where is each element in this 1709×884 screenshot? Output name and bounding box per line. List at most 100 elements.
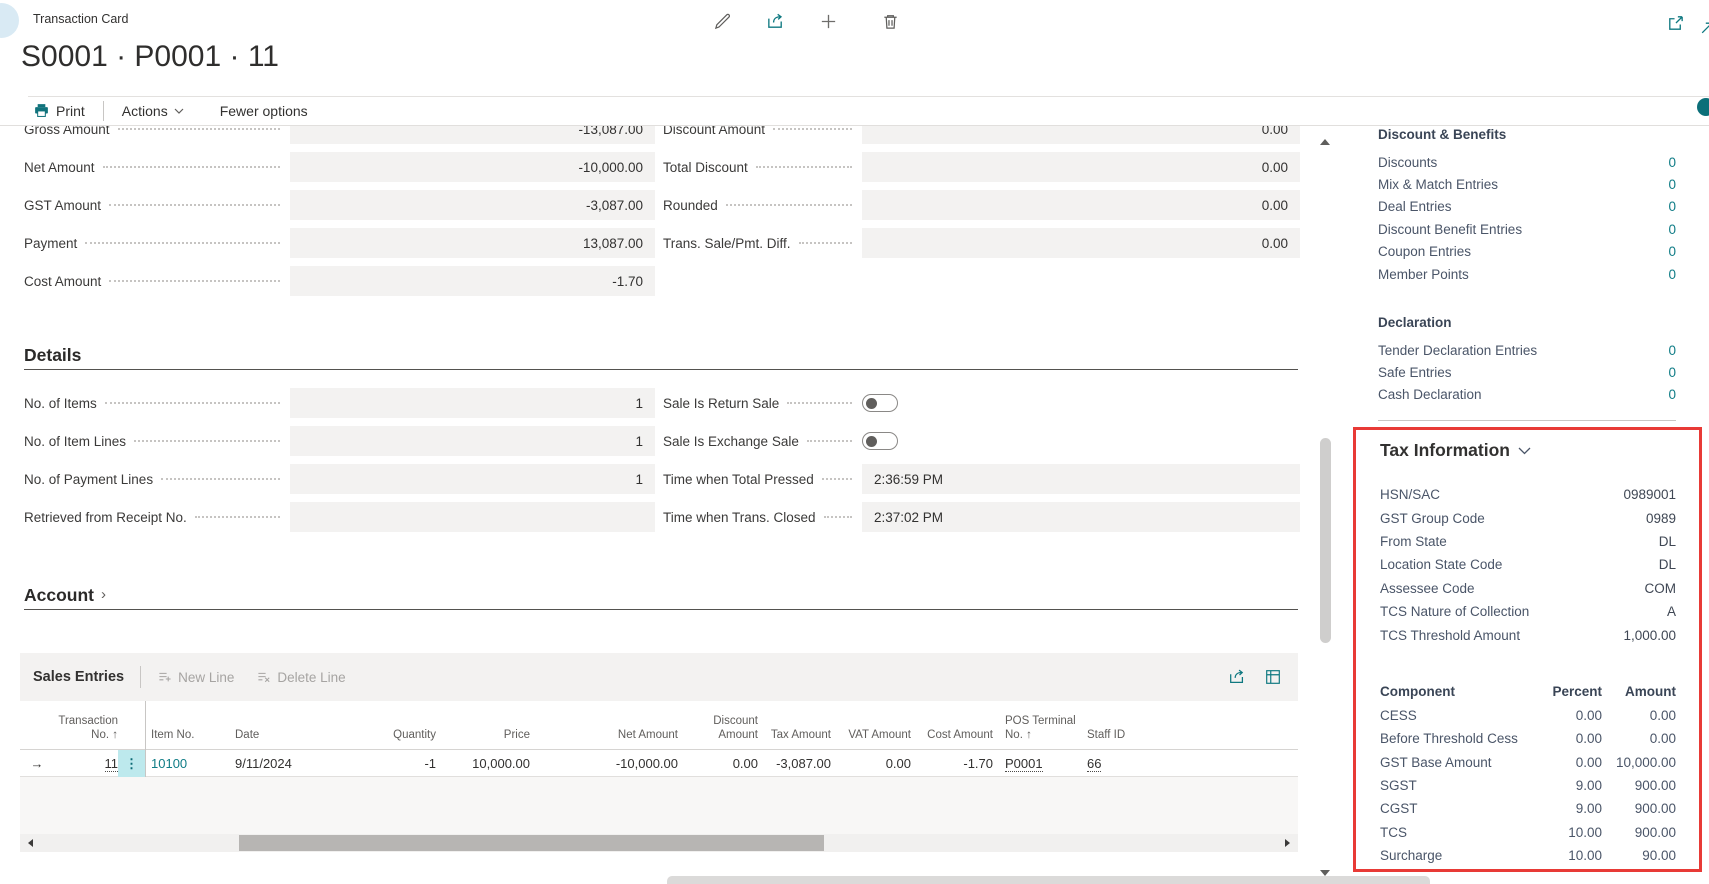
component-name: GST Base Amount xyxy=(1380,755,1542,770)
cell-tax-amount[interactable]: -3,087.00 xyxy=(758,756,831,771)
cell-price[interactable]: 10,000.00 xyxy=(436,756,530,771)
time-trans-closed-field[interactable]: 2:37:02 PM xyxy=(862,502,1300,532)
retrieved-from-receipt-field[interactable] xyxy=(290,502,655,532)
current-row-arrow-icon: → xyxy=(20,756,54,771)
action-bar: Print Actions Fewer options xyxy=(0,96,1709,125)
share-icon[interactable] xyxy=(1228,668,1246,686)
horizontal-scrollbar-thumb[interactable] xyxy=(239,835,824,851)
item-value-link[interactable]: 0 xyxy=(1668,365,1676,380)
item-label: Assessee Code xyxy=(1380,581,1475,596)
account-section-title[interactable]: Account› xyxy=(24,585,106,606)
col-price[interactable]: Price xyxy=(436,728,530,742)
cell-cost-amount[interactable]: -1.70 xyxy=(911,756,993,771)
list-item: From StateDL xyxy=(1380,530,1676,553)
declaration-section: Declaration Tender Declaration Entries0 … xyxy=(1378,315,1676,406)
payment-field[interactable]: 13,087.00 xyxy=(290,228,655,258)
item-value-link[interactable]: 0 xyxy=(1668,244,1676,259)
gross-amount-field[interactable]: -13,087.00 xyxy=(290,126,655,144)
cell-item-no[interactable]: 10100 xyxy=(145,756,235,771)
open-in-new-window-icon[interactable] xyxy=(1666,14,1685,33)
item-value-link[interactable]: 0 xyxy=(1668,222,1676,237)
scroll-up-icon[interactable] xyxy=(1320,139,1330,145)
share-icon[interactable] xyxy=(766,12,785,31)
item-label: TCS Nature of Collection xyxy=(1380,604,1529,619)
component-name: TCS xyxy=(1380,825,1542,840)
list-item: GST Group Code0989 xyxy=(1380,506,1676,529)
field-label: Gross Amount xyxy=(24,126,110,137)
dotted-leader xyxy=(105,402,280,404)
scroll-left-icon[interactable] xyxy=(28,839,33,847)
no-of-items-field[interactable]: 1 xyxy=(290,388,655,418)
net-amount-field[interactable]: -10,000.00 xyxy=(290,152,655,182)
col-pos-terminal-no[interactable]: POS Terminal No. ↑ xyxy=(1005,714,1083,742)
cell-staff-id[interactable]: 66 xyxy=(1087,756,1137,771)
row-options-icon[interactable]: ⋮ xyxy=(118,750,145,777)
details-section-title: Details xyxy=(24,345,81,366)
table-row[interactable]: → 11 ⋮ 10100 9/11/2024 -1 10,000.00 -10,… xyxy=(20,750,1298,777)
no-of-payment-lines-field[interactable]: 1 xyxy=(290,464,655,494)
scroll-right-icon[interactable] xyxy=(1285,839,1290,847)
col-discount-amount[interactable]: Discount Amount xyxy=(678,714,758,742)
gst-amount-field[interactable]: -3,087.00 xyxy=(290,190,655,220)
cell-net-amount[interactable]: -10,000.00 xyxy=(530,756,678,771)
open-in-excel-icon[interactable] xyxy=(1264,668,1282,686)
col-cost-amount[interactable]: Cost Amount xyxy=(911,728,993,742)
trans-sale-pmt-diff-field[interactable]: 0.00 xyxy=(862,228,1300,258)
component-name: CESS xyxy=(1380,708,1542,723)
component-percent: 0.00 xyxy=(1542,708,1602,723)
cell-transaction-no[interactable]: 11 xyxy=(54,756,118,771)
component-percent: 9.00 xyxy=(1542,778,1602,793)
page-inspector-badge[interactable] xyxy=(1697,98,1709,116)
field-row-cost-amount: Cost Amount -1.70 xyxy=(24,266,655,296)
field-label: Sale Is Return Sale xyxy=(663,396,779,411)
cost-amount-field[interactable]: -1.70 xyxy=(290,266,655,296)
col-quantity[interactable]: Quantity xyxy=(328,728,436,742)
new-line-button[interactable]: New Line xyxy=(157,669,234,685)
print-button[interactable]: Print xyxy=(33,102,85,119)
list-item: TCS Nature of CollectionA xyxy=(1380,600,1676,623)
table-horizontal-scrollbar[interactable] xyxy=(20,834,1298,852)
item-label: GST Group Code xyxy=(1380,511,1485,526)
delete-icon[interactable] xyxy=(881,12,900,31)
field-label: Total Discount xyxy=(663,160,748,175)
cell-discount-amount[interactable]: 0.00 xyxy=(678,756,758,771)
col-date[interactable]: Date xyxy=(235,728,328,742)
cell-vat-amount[interactable]: 0.00 xyxy=(831,756,911,771)
item-value-link[interactable]: 0 xyxy=(1668,155,1676,170)
cell-date[interactable]: 9/11/2024 xyxy=(235,756,328,771)
no-of-item-lines-field[interactable]: 1 xyxy=(290,426,655,456)
rounded-field[interactable]: 0.00 xyxy=(862,190,1300,220)
item-value-link[interactable]: 0 xyxy=(1668,343,1676,358)
add-icon[interactable] xyxy=(819,12,838,31)
item-value-link[interactable]: 0 xyxy=(1668,199,1676,214)
delete-line-button[interactable]: Delete Line xyxy=(256,669,345,685)
tax-information-title[interactable]: Tax Information xyxy=(1380,440,1531,461)
item-label: Mix & Match Entries xyxy=(1378,177,1498,192)
cell-pos-terminal-no[interactable]: P0001 xyxy=(1005,756,1083,771)
edit-icon[interactable] xyxy=(713,12,732,31)
discount-amount-field[interactable]: 0.00 xyxy=(862,126,1300,144)
total-discount-field[interactable]: 0.00 xyxy=(862,152,1300,182)
sale-is-return-sale-toggle[interactable] xyxy=(862,394,898,412)
col-transaction-no[interactable]: Transaction No. ↑ xyxy=(54,714,118,742)
time-total-pressed-field[interactable]: 2:36:59 PM xyxy=(862,464,1300,494)
field-label: No. of Items xyxy=(24,396,97,411)
col-net-amount[interactable]: Net Amount xyxy=(530,728,678,742)
dotted-leader xyxy=(822,478,852,480)
col-staff-id[interactable]: Staff ID xyxy=(1087,728,1137,742)
item-value-link[interactable]: 0 xyxy=(1668,177,1676,192)
col-tax-amount[interactable]: Tax Amount xyxy=(758,728,831,742)
cell-quantity[interactable]: -1 xyxy=(328,756,436,771)
col-item-no[interactable]: Item No. xyxy=(145,728,235,742)
list-item: HSN/SAC0989001 xyxy=(1380,483,1676,506)
actions-menu-button[interactable]: Actions xyxy=(122,103,184,119)
vertical-scrollbar-thumb[interactable] xyxy=(1320,438,1331,643)
item-value-link[interactable]: 0 xyxy=(1668,387,1676,402)
col-vat-amount[interactable]: VAT Amount xyxy=(831,728,911,742)
sale-is-exchange-sale-toggle[interactable] xyxy=(862,432,898,450)
page-horizontal-scrollbar-thumb[interactable] xyxy=(667,876,1430,884)
item-value-link[interactable]: 0 xyxy=(1668,267,1676,282)
amount-header: Amount xyxy=(1602,684,1676,699)
expand-arrow-icon[interactable] xyxy=(1699,20,1709,39)
fewer-options-button[interactable]: Fewer options xyxy=(220,103,308,119)
